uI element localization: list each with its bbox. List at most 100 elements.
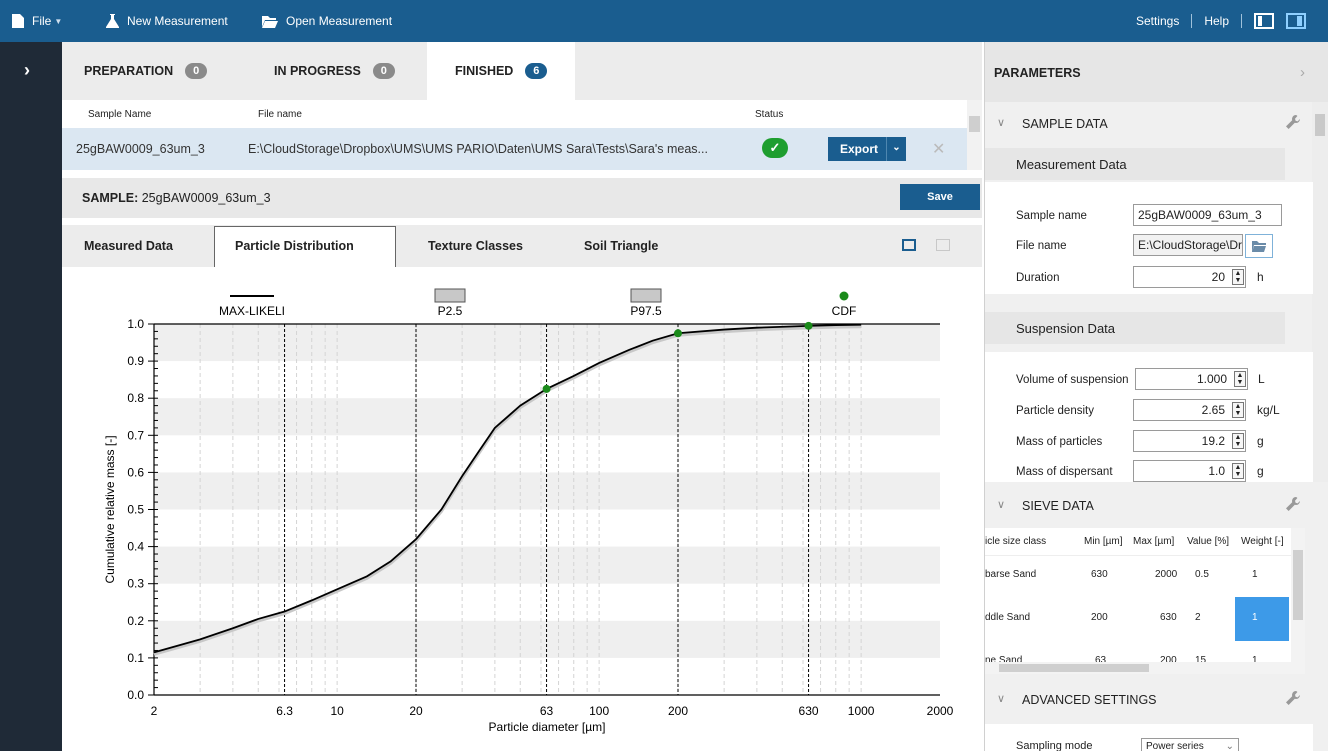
wrench-icon[interactable] bbox=[1285, 496, 1301, 512]
legend-label: P97.5 bbox=[630, 304, 662, 318]
tab-in-progress[interactable]: IN PROGRESS 0 bbox=[274, 42, 395, 100]
y-tick-label: 0.5 bbox=[127, 503, 144, 517]
column-header[interactable]: Weight [-] bbox=[1241, 536, 1284, 547]
x-tick-label: 200 bbox=[668, 704, 688, 718]
open-measurement-button[interactable]: Open Measurement bbox=[262, 0, 392, 42]
table-cell[interactable]: 0.5 bbox=[1195, 569, 1209, 580]
column-header-sample-name[interactable]: Sample Name bbox=[88, 109, 151, 120]
table-cell[interactable]: 1 bbox=[1252, 612, 1258, 623]
sieve-table: icle size class Min [µm] Max [µm] Value … bbox=[985, 528, 1291, 674]
file-name-input[interactable]: E:\CloudStorage\Dro bbox=[1133, 234, 1243, 256]
spinner-icon[interactable]: ▲ ▼ bbox=[1232, 402, 1244, 418]
spinner-icon[interactable]: ▲ ▼ bbox=[1232, 269, 1244, 285]
chevron-down-icon[interactable]: ⌄ bbox=[886, 137, 906, 161]
sample-data-section[interactable]: ∨ SAMPLE DATA bbox=[985, 102, 1313, 146]
column-header[interactable]: Value [%] bbox=[1187, 536, 1229, 547]
tab-measured-data[interactable]: Measured Data bbox=[84, 225, 173, 267]
y-tick-label: 0.0 bbox=[127, 688, 144, 702]
tab-finished[interactable]: FINISHED 6 bbox=[427, 42, 576, 100]
table-cell[interactable]: barse Sand bbox=[985, 569, 1036, 580]
view-tabs: Measured Data Particle Distribution Text… bbox=[62, 225, 982, 267]
table-cell[interactable]: ddle Sand bbox=[985, 612, 1030, 623]
table-scrollbar[interactable] bbox=[967, 100, 982, 170]
settings-link[interactable]: Settings bbox=[1136, 14, 1179, 28]
check-icon: ✓ bbox=[762, 138, 788, 158]
layout-left-icon[interactable] bbox=[1254, 13, 1274, 29]
table-cell[interactable]: 630 bbox=[1091, 569, 1108, 580]
column-header[interactable]: icle size class bbox=[985, 536, 1046, 547]
chevron-down-icon: ∨ bbox=[997, 693, 1006, 705]
legend-label: CDF bbox=[832, 304, 857, 318]
table-cell[interactable]: 630 bbox=[1160, 612, 1177, 623]
file-menu-label: File bbox=[32, 14, 52, 28]
sieve-horizontal-scrollbar[interactable] bbox=[985, 662, 1291, 674]
folder-browse-icon[interactable] bbox=[1245, 234, 1273, 258]
wrench-icon[interactable] bbox=[1285, 690, 1301, 706]
top-bar: File ▼ New Measurement Open Measurement … bbox=[0, 0, 1328, 42]
close-icon[interactable]: ✕ bbox=[932, 139, 945, 159]
x-tick-label: 6.3 bbox=[276, 704, 293, 718]
chart-area: 0.0 0.1 0.2 0.3 0.4 0.5 0.6 0.7 0.8 0.9 1.0 2 6.3 10 2… bbox=[62, 267, 982, 751]
column-header-status[interactable]: Status bbox=[755, 109, 783, 120]
column-header[interactable]: Max [µm] bbox=[1133, 536, 1174, 547]
parameters-title: PARAMETERS bbox=[994, 66, 1081, 80]
mass-dispersant-label: Mass of dispersant bbox=[1016, 466, 1113, 478]
help-link[interactable]: Help bbox=[1204, 14, 1229, 28]
table-cell[interactable]: 1 bbox=[1252, 569, 1258, 580]
new-measurement-button[interactable]: New Measurement bbox=[106, 0, 228, 42]
save-button[interactable]: Save bbox=[900, 184, 980, 210]
sieve-data-section[interactable]: ∨ SIEVE DATA bbox=[985, 484, 1313, 528]
expand-chevron-icon[interactable]: › bbox=[24, 60, 30, 81]
measurement-data-header: Measurement Data bbox=[985, 148, 1285, 180]
column-header-file-name[interactable]: File name bbox=[258, 109, 302, 120]
sampling-mode-select[interactable]: Power series ⌄ bbox=[1141, 738, 1239, 751]
tab-preparation[interactable]: PREPARATION 0 bbox=[84, 42, 208, 100]
density-input[interactable]: 2.65 ▲ ▼ bbox=[1133, 399, 1246, 421]
sample-name-input[interactable]: 25gBAW0009_63um_3 bbox=[1133, 204, 1282, 226]
volume-input[interactable]: 1.000 ▲ ▼ bbox=[1135, 368, 1248, 390]
divider bbox=[1241, 14, 1242, 28]
mass-dispersant-input[interactable]: 1.0 ▲ ▼ bbox=[1133, 460, 1246, 482]
table-cell[interactable]: 200 bbox=[1091, 612, 1108, 623]
tab-label: PREPARATION bbox=[84, 64, 174, 78]
density-unit: kg/L bbox=[1257, 403, 1280, 417]
sieve-vertical-scrollbar[interactable] bbox=[1291, 528, 1305, 674]
split-view-icon[interactable] bbox=[936, 239, 950, 251]
tab-texture-classes[interactable]: Texture Classes bbox=[428, 225, 523, 267]
left-rail: › bbox=[0, 42, 62, 751]
selected-cell[interactable] bbox=[1235, 597, 1289, 641]
spinner-icon[interactable]: ▲ ▼ bbox=[1234, 371, 1246, 387]
section-title: ADVANCED SETTINGS bbox=[1022, 693, 1157, 707]
advanced-form: Sampling mode Power series ⌄ bbox=[985, 724, 1313, 751]
panel-scrollbar[interactable] bbox=[1312, 102, 1328, 482]
tab-soil-triangle[interactable]: Soil Triangle bbox=[584, 225, 658, 267]
chevron-right-icon[interactable]: › bbox=[1300, 64, 1305, 81]
file-name-cell: E:\CloudStorage\Dropbox\UMS\UMS PARIO\Da… bbox=[248, 142, 708, 156]
duration-input[interactable]: 20 ▲ ▼ bbox=[1133, 266, 1246, 288]
sample-name: 25gBAW0009_63um_3 bbox=[141, 191, 271, 205]
table-cell[interactable]: 2 bbox=[1195, 612, 1201, 623]
single-view-icon[interactable] bbox=[902, 239, 916, 251]
wrench-icon[interactable] bbox=[1285, 114, 1301, 130]
export-button[interactable]: Export ⌄ bbox=[828, 137, 906, 161]
mass-particles-input[interactable]: 19.2 ▲ ▼ bbox=[1133, 430, 1246, 452]
count-badge: 0 bbox=[372, 63, 395, 79]
layout-right-icon[interactable] bbox=[1286, 13, 1306, 29]
table-row[interactable]: 25gBAW0009_63um_3 E:\CloudStorage\Dropbo… bbox=[62, 128, 967, 170]
spinner-icon[interactable]: ▲ ▼ bbox=[1232, 463, 1244, 479]
tab-particle-distribution[interactable]: Particle Distribution bbox=[214, 226, 396, 267]
table-cell[interactable]: 2000 bbox=[1155, 569, 1177, 580]
column-header[interactable]: Min [µm] bbox=[1084, 536, 1123, 547]
x-tick-label: 20 bbox=[409, 704, 423, 718]
spinner-icon[interactable]: ▲ ▼ bbox=[1232, 433, 1244, 449]
sample-name-label: Sample name bbox=[1016, 210, 1087, 222]
y-tick-label: 0.4 bbox=[127, 540, 144, 554]
advanced-settings-section[interactable]: ∨ ADVANCED SETTINGS bbox=[985, 678, 1313, 722]
file-menu[interactable]: File ▼ bbox=[12, 0, 62, 42]
x-tick-label: 10 bbox=[330, 704, 344, 718]
y-tick-label: 0.1 bbox=[127, 651, 144, 665]
count-badge: 6 bbox=[525, 63, 548, 79]
x-tick-label: 2 bbox=[151, 704, 158, 718]
density-label: Particle density bbox=[1016, 405, 1094, 417]
sieve-table-header: icle size class Min [µm] Max [µm] Value … bbox=[985, 528, 1291, 556]
